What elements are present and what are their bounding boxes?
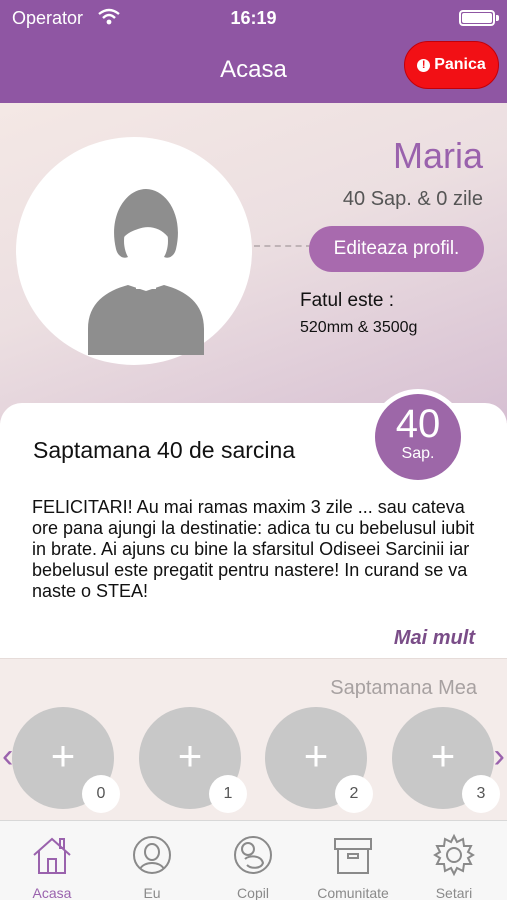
plus-icon: +	[430, 732, 456, 779]
photo-slot[interactable]: + 2	[265, 707, 373, 813]
card-title: Saptamana 40 de sarcina	[33, 437, 296, 463]
edit-profile-button[interactable]: Editeaza profil.	[309, 226, 484, 272]
my-week-title: Saptamana Mea	[330, 677, 477, 699]
photo-slot[interactable]: + 1	[139, 707, 247, 813]
plus-icon: +	[177, 732, 203, 779]
tab-label: Copil	[237, 885, 269, 900]
slot-number: 1	[209, 775, 247, 813]
user-name: Maria	[392, 135, 483, 176]
pregnancy-duration: 40 Sap. & 0 zile	[342, 188, 483, 210]
connector-line	[254, 245, 312, 247]
person-placeholder-icon	[88, 189, 204, 355]
tab-comunitate[interactable]: Comunitate	[303, 827, 403, 900]
user-icon	[133, 836, 171, 874]
home-icon	[33, 837, 71, 874]
slot-number: 2	[335, 775, 373, 813]
tab-label: Acasa	[32, 885, 72, 900]
gear-icon	[433, 833, 475, 877]
week-badge-circle: 40 Sap.	[375, 394, 461, 480]
tab-label: Setari	[435, 885, 473, 900]
avatar[interactable]	[16, 137, 252, 365]
photo-slot[interactable]: + 0	[12, 707, 120, 813]
box-icon	[334, 838, 372, 874]
slot-number: 0	[82, 775, 120, 813]
badge-number: 40	[395, 402, 441, 446]
fetus-size: 520mm & 3500g	[300, 319, 418, 336]
tab-label: Eu	[143, 885, 161, 900]
tab-label: Comunitate	[317, 885, 389, 900]
week-badge: 40 Sap.	[370, 389, 466, 485]
badge-unit: Sap.	[401, 445, 435, 462]
top-bar: Operator 16:19 Acasa ! Panica	[0, 0, 507, 103]
plus-icon: +	[50, 732, 76, 779]
panic-button[interactable]: ! Panica	[404, 41, 499, 89]
status-bar: Operator 16:19	[0, 0, 507, 36]
tab-eu[interactable]: Eu	[102, 827, 202, 900]
my-week-section: Saptamana Mea ‹ › + 0 + 1 + 2 + 3	[0, 658, 507, 820]
plus-icon: +	[303, 732, 329, 779]
card-text: FELICITARI! Au mai ramas maxim 3 zile ..…	[32, 497, 475, 601]
tab-acasa[interactable]: Acasa	[2, 827, 102, 900]
battery-icon	[459, 10, 499, 26]
photo-slot[interactable]: + 3	[392, 707, 500, 813]
baby-icon	[234, 836, 272, 874]
chevron-right-icon[interactable]: ›	[494, 737, 505, 776]
more-link[interactable]: Mai mult	[394, 627, 475, 650]
profile-section: Maria 40 Sap. & 0 zile Editeaza profil. …	[0, 103, 507, 423]
fetus-label: Fatul este :	[300, 290, 394, 311]
tab-setari[interactable]: Setari	[404, 827, 504, 900]
panic-label: Panica	[434, 56, 486, 73]
clock: 16:19	[230, 8, 277, 28]
slot-number: 3	[462, 775, 500, 813]
tab-bar: Acasa Eu Copil Comunitate Setari	[0, 820, 507, 900]
tab-copil[interactable]: Copil	[203, 827, 303, 900]
alert-icon: !	[417, 58, 431, 72]
